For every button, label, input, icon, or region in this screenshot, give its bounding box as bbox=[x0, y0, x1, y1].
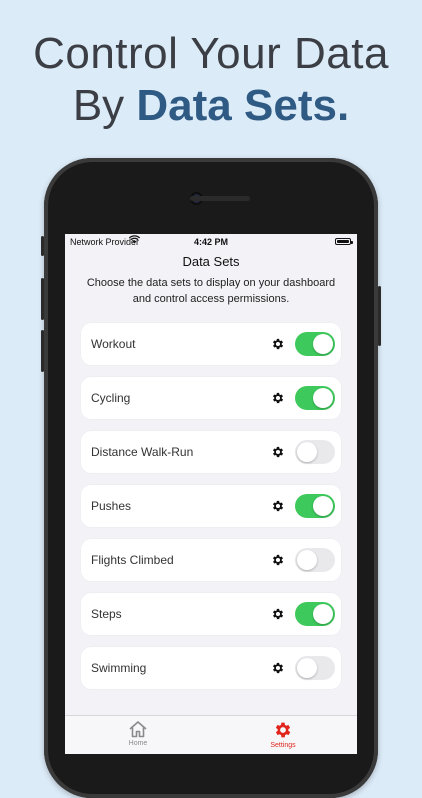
page-description: Choose the data sets to display on your … bbox=[86, 277, 336, 305]
gear-icon[interactable] bbox=[271, 499, 285, 513]
toggle-knob bbox=[297, 550, 317, 570]
data-set-toggle[interactable] bbox=[295, 656, 335, 680]
data-set-label: Pushes bbox=[91, 499, 132, 513]
promo-line-2: By Data Sets. bbox=[0, 80, 422, 132]
status-bar: Network Provider 4:42 PM bbox=[65, 234, 357, 250]
data-set-label: Workout bbox=[91, 337, 136, 351]
data-set-toggle[interactable] bbox=[295, 602, 335, 626]
settings-gear-icon bbox=[275, 722, 291, 738]
app-screen: Network Provider 4:42 PM Data Sets Choos… bbox=[65, 234, 357, 754]
toggle-knob bbox=[313, 334, 333, 354]
data-set-row: Flights Climbed bbox=[81, 539, 341, 581]
gear-icon[interactable] bbox=[271, 391, 285, 405]
battery-icon bbox=[335, 238, 353, 245]
home-icon bbox=[129, 721, 147, 738]
data-set-row: Cycling bbox=[81, 377, 341, 419]
phone-frame: Network Provider 4:42 PM Data Sets Choos… bbox=[41, 158, 381, 798]
tab-home-label: Home bbox=[128, 740, 148, 747]
page-title: Data Sets bbox=[182, 254, 240, 269]
toggle-knob bbox=[297, 658, 317, 678]
gear-icon[interactable] bbox=[271, 607, 285, 621]
data-set-label: Swimming bbox=[91, 661, 147, 675]
promo-line-1: Control Your Data bbox=[33, 29, 389, 78]
data-set-toggle[interactable] bbox=[295, 548, 335, 572]
data-set-list: Workout Cycling Distance Walk-Run Pushes… bbox=[65, 323, 357, 689]
data-set-toggle[interactable] bbox=[295, 386, 335, 410]
power-button bbox=[378, 286, 381, 346]
data-set-toggle[interactable] bbox=[295, 440, 335, 464]
promo-line-2-prefix: By bbox=[72, 81, 137, 130]
tab-settings-label: Settings bbox=[270, 742, 296, 749]
mute-switch bbox=[41, 236, 44, 256]
toggle-knob bbox=[313, 388, 333, 408]
tab-home[interactable]: Home bbox=[98, 720, 178, 747]
data-set-label: Distance Walk-Run bbox=[91, 445, 194, 459]
data-set-toggle[interactable] bbox=[295, 332, 335, 356]
earpiece-speaker bbox=[190, 196, 250, 201]
volume-up-button bbox=[41, 278, 44, 320]
status-time: 4:42 PM bbox=[193, 237, 228, 247]
data-set-row: Steps bbox=[81, 593, 341, 635]
promo-line-2-accent: Data Sets. bbox=[136, 81, 350, 130]
volume-down-button bbox=[41, 330, 44, 372]
data-set-row: Distance Walk-Run bbox=[81, 431, 341, 473]
promo-headline: Control Your Data By Data Sets. bbox=[0, 28, 422, 132]
toggle-knob bbox=[297, 442, 317, 462]
data-set-row: Workout bbox=[81, 323, 341, 365]
data-set-row: Swimming bbox=[81, 647, 341, 689]
data-set-toggle[interactable] bbox=[295, 494, 335, 518]
data-set-label: Cycling bbox=[91, 391, 131, 405]
data-set-label: Flights Climbed bbox=[91, 553, 174, 567]
gear-icon[interactable] bbox=[271, 553, 285, 567]
toggle-knob bbox=[313, 604, 333, 624]
data-set-row: Pushes bbox=[81, 485, 341, 527]
data-set-label: Steps bbox=[91, 607, 122, 621]
tab-bar: Home Settings bbox=[65, 715, 357, 754]
gear-icon[interactable] bbox=[271, 337, 285, 351]
gear-icon[interactable] bbox=[271, 661, 285, 675]
toggle-knob bbox=[313, 496, 333, 516]
gear-icon[interactable] bbox=[271, 445, 285, 459]
tab-settings[interactable]: Settings bbox=[243, 720, 323, 749]
